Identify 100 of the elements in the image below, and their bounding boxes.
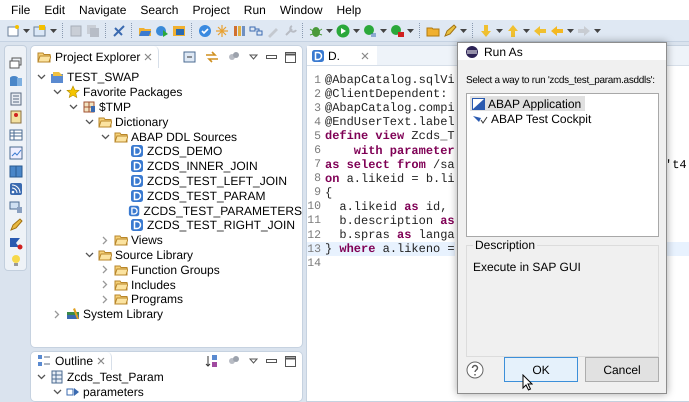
pencil-icon[interactable] — [8, 218, 22, 232]
chevron-down-icon[interactable] — [36, 74, 46, 80]
table-icon[interactable] — [8, 128, 22, 142]
maximize-icon[interactable] — [285, 356, 296, 366]
tree-item[interactable]: Zcds_Test_Param — [67, 370, 164, 384]
diagram-icon[interactable] — [249, 24, 263, 38]
dialog-prompt: Select a way to run 'zcds_test_param.asddls': — [466, 74, 655, 87]
tree-item[interactable]: System Library — [83, 307, 164, 322]
chevron-right-icon[interactable] — [102, 294, 108, 304]
database-icon[interactable] — [8, 74, 22, 88]
caret-icon[interactable] — [407, 28, 414, 32]
close-icon[interactable] — [361, 52, 369, 60]
flag-icon[interactable] — [8, 236, 22, 250]
check-icon[interactable] — [198, 24, 212, 38]
dialog-button[interactable]: Cancel — [585, 357, 659, 382]
chevron-right-icon[interactable] — [102, 265, 108, 274]
entity-icon — [50, 370, 64, 384]
chevron-down-icon[interactable] — [36, 374, 46, 380]
description-text: Execute in SAP GUI — [473, 260, 581, 274]
minimize-icon[interactable] — [266, 359, 277, 363]
help-icon[interactable] — [466, 360, 484, 378]
tree-item[interactable]: $TMP — [99, 100, 132, 114]
run-stop-icon[interactable] — [390, 24, 404, 38]
chevron-down-icon[interactable] — [52, 89, 62, 96]
tree-item[interactable]: ZCDS_TEST_LEFT_JOIN — [147, 174, 288, 188]
editor-tab[interactable]: D. — [328, 48, 340, 62]
caret-icon[interactable] — [326, 28, 333, 32]
run-icon[interactable] — [155, 24, 169, 38]
maximize-icon[interactable] — [285, 52, 296, 62]
chevron-down-icon[interactable] — [52, 389, 62, 396]
tree-item[interactable]: ZCDS_TEST_RIGHT_JOIN — [147, 218, 296, 232]
tree-item[interactable]: ABAP DDL Sources — [131, 130, 238, 144]
tree-item[interactable]: parameters — [83, 385, 144, 400]
tree-item[interactable]: ZCDS_TEST_PARAMETERS — [144, 204, 302, 218]
project-icon — [50, 70, 64, 84]
menu-item[interactable]: Search — [133, 2, 186, 18]
view-menu-icon[interactable] — [249, 358, 258, 364]
chevron-down-icon[interactable] — [84, 118, 94, 125]
sync-arrows-icon[interactable] — [205, 50, 219, 64]
chart-icon[interactable] — [8, 146, 22, 160]
caret-icon[interactable] — [567, 28, 574, 32]
menu-item[interactable]: File — [4, 2, 38, 18]
caret-icon[interactable] — [23, 28, 30, 32]
group-title: Description — [473, 238, 538, 252]
tree-item[interactable]: ZCDS_INNER_JOIN — [147, 159, 258, 174]
caret-icon[interactable] — [523, 28, 530, 32]
view-tab[interactable]: Outline — [55, 354, 94, 368]
books-icon[interactable] — [232, 24, 246, 38]
tree-item[interactable]: Views — [131, 233, 163, 248]
view-tab[interactable]: Project Explorer — [55, 50, 140, 64]
chevron-down-icon[interactable] — [68, 104, 78, 110]
tree-item[interactable]: Function Groups — [131, 262, 220, 277]
tree-item[interactable]: Programs — [131, 292, 184, 306]
menu-item[interactable]: Help — [330, 2, 368, 18]
book-icon[interactable] — [8, 164, 22, 178]
run-list-icon[interactable] — [363, 24, 377, 38]
document-icon[interactable] — [8, 92, 22, 106]
line-number: 1 — [313, 74, 321, 87]
chevron-right-icon[interactable] — [54, 310, 60, 319]
dialog-button[interactable]: OK — [504, 357, 578, 382]
window-icon[interactable] — [33, 24, 47, 38]
view-menu-icon[interactable] — [249, 54, 258, 60]
code-text: 't4 — [665, 158, 687, 172]
chevron-down-icon[interactable] — [100, 134, 110, 140]
tree-item[interactable]: ZCDS_TEST_PARAM — [147, 188, 266, 203]
chevron-right-icon[interactable] — [102, 280, 108, 290]
caret-icon[interactable] — [594, 28, 601, 32]
caret-icon[interactable] — [380, 28, 387, 32]
restore-icon[interactable] — [8, 56, 22, 70]
tree-item[interactable]: Favorite Packages — [83, 85, 182, 100]
menu-item[interactable]: Project — [185, 2, 237, 18]
list-item[interactable]: ABAP Test Cockpit — [470, 111, 596, 126]
sort-icon[interactable] — [205, 354, 219, 368]
collapse-all-icon[interactable] — [183, 50, 197, 64]
tree-item[interactable]: TEST_SWAP — [67, 70, 140, 84]
chevron-down-icon[interactable] — [84, 252, 94, 258]
line-number: 3 — [313, 102, 321, 115]
caret-icon[interactable] — [460, 28, 467, 32]
menu-item[interactable]: Run — [236, 2, 273, 18]
caret-icon[interactable] — [50, 28, 57, 32]
star-icon — [66, 85, 80, 100]
caret-icon[interactable] — [496, 28, 503, 32]
menu-item[interactable]: Window — [272, 2, 330, 18]
close-icon[interactable] — [97, 357, 106, 365]
tree-item[interactable]: Includes — [131, 278, 176, 292]
badge-icon[interactable] — [8, 110, 22, 124]
monitor-icon[interactable] — [8, 200, 22, 214]
minimize-icon[interactable] — [266, 55, 277, 59]
tree-item[interactable]: Source Library — [115, 248, 194, 262]
menu-item[interactable]: Navigate — [72, 2, 134, 18]
menu-item[interactable]: Edit — [37, 2, 72, 18]
tree-item[interactable]: Dictionary — [115, 114, 168, 129]
list-item[interactable]: ABAP Application — [470, 96, 586, 111]
new-file-icon[interactable] — [6, 24, 20, 38]
rss-icon[interactable] — [8, 182, 22, 196]
close-icon[interactable] — [144, 53, 152, 61]
pencil-icon[interactable] — [443, 24, 457, 38]
caret-icon[interactable] — [353, 28, 360, 32]
chevron-right-icon[interactable] — [102, 236, 108, 245]
tree-item[interactable]: ZCDS_DEMO — [147, 144, 222, 158]
